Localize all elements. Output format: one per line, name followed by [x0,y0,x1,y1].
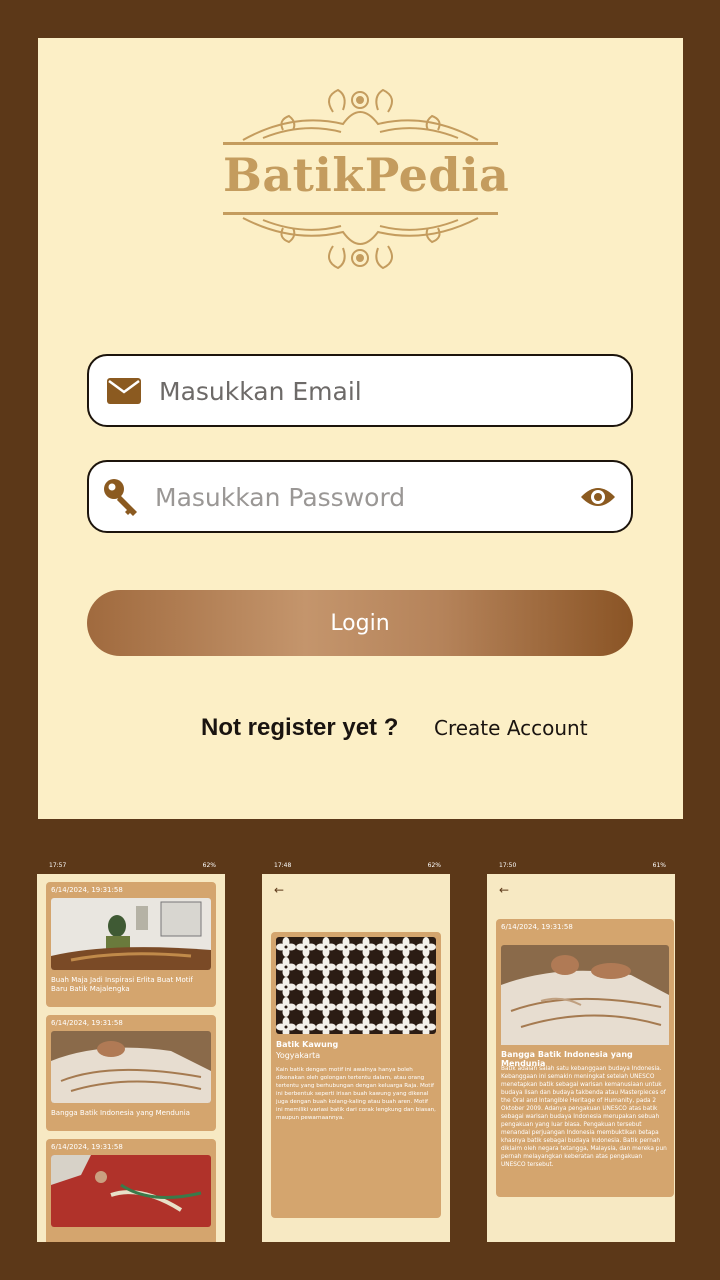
status-bar: 17:50 61% [487,857,675,874]
status-battery: 62% [202,862,216,869]
email-field[interactable] [87,354,633,427]
status-bar: 17:48 62% [262,857,450,874]
status-time: 17:57 [49,862,67,869]
register-row: Not register yet ? Create Account [38,714,683,748]
news-title: Buah Maja Jadi Inspirasi Erlita Buat Mot… [51,976,193,993]
app-logo: BatikPedia [223,82,510,272]
app-name: BatikPedia [223,148,510,202]
phone-screenshot-batik-detail: 17:48 62% ← Batik Kawung Yogyakarta Kain… [262,857,450,1242]
not-registered-text: Not register yet ? [201,714,399,741]
phone-screenshot-news-detail: 17:50 61% ← 6/14/2024, 19:31:58 Bangga B… [487,857,675,1242]
news-image [51,1031,211,1103]
list-item[interactable]: 6/14/2024, 19:31:58 [46,1139,216,1242]
password-input[interactable] [155,480,555,514]
eye-icon[interactable] [579,484,617,510]
ornament-bottom [223,212,498,270]
status-battery: 61% [652,862,666,869]
email-input[interactable] [159,374,599,408]
status-bar: 17:57 62% [37,857,225,874]
key-icon [103,478,141,518]
news-detail-card: 6/14/2024, 19:31:58 Bangga Batik Indones… [496,919,674,1197]
news-date: 6/14/2024, 19:31:58 [51,1019,123,1027]
news-title: Bangga Batik Indonesia yang Mendunia [51,1109,190,1117]
arrow-left-icon[interactable]: ← [274,883,284,897]
news-date: 6/14/2024, 19:31:58 [501,923,573,931]
envelope-icon [106,376,142,406]
batik-description: Kain batik dengan motif ini awalnya hany… [276,1067,436,1121]
news-date: 6/14/2024, 19:31:58 [51,886,123,894]
news-image [501,945,669,1045]
status-time: 17:48 [274,862,292,869]
list-item[interactable]: 6/14/2024, 19:31:58 Buah Maja Jadi Inspi… [46,882,216,1007]
login-panel: BatikPedia Masukkan Email Login Not regi… [38,38,683,819]
password-field[interactable] [87,460,633,533]
news-image [51,1155,211,1227]
arrow-left-icon[interactable]: ← [499,883,509,897]
news-image [51,898,211,970]
batik-origin: Yogyakarta [276,1051,321,1060]
list-item[interactable]: 6/14/2024, 19:31:58 Bangga Batik Indones… [46,1015,216,1131]
status-battery: 62% [427,862,441,869]
status-time: 17:50 [499,862,517,869]
login-button[interactable]: Login [87,590,633,656]
news-body: Batik adalah salah satu kebanggaan buday… [501,1066,667,1168]
batik-detail-card: Batik Kawung Yogyakarta Kain batik denga… [271,932,441,1218]
news-date: 6/14/2024, 19:31:58 [51,1143,123,1151]
batik-image [276,937,436,1034]
batik-name: Batik Kawung [276,1040,339,1049]
create-account-link[interactable]: Create Account [434,716,588,740]
phone-screenshot-news-list: 17:57 62% 6/14/2024, 19:31:58 Buah Maja … [37,857,225,1242]
ornament-top [223,88,498,145]
